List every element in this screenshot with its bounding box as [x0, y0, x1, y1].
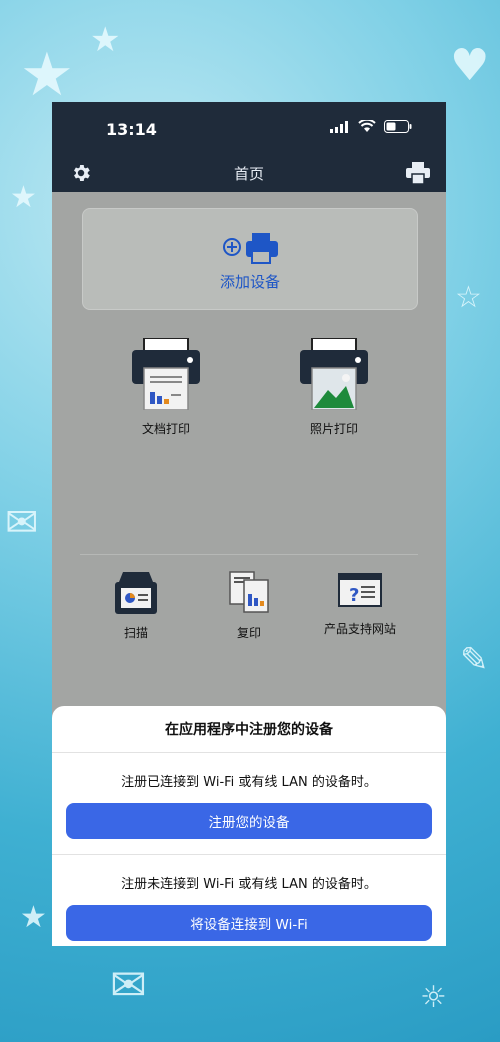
help-website-icon: ?: [338, 573, 382, 607]
support-website-label: 产品支持网站: [323, 622, 396, 636]
background-decoration: ✎: [460, 640, 489, 680]
background-decoration: ☆: [455, 280, 482, 315]
sheet-separator: [52, 854, 446, 855]
sheet-title: 在应用程序中注册您的设备: [52, 706, 446, 753]
background-decoration: ★: [90, 20, 121, 60]
register-device-sheet: 在应用程序中注册您的设备 注册已连接到 Wi-Fi 或有线 LAN 的设备时。 …: [52, 706, 446, 946]
status-time: 13:14: [106, 120, 157, 139]
wifi-icon: [358, 120, 376, 132]
copy-icon: [229, 571, 269, 613]
add-printer-icon: [223, 233, 278, 264]
page-title: 首页: [233, 164, 264, 183]
background-decoration: ★: [20, 40, 74, 110]
add-device-card[interactable]: 添加设备: [82, 208, 418, 310]
photo-print-tile[interactable]: 照片打印: [274, 337, 394, 437]
background-decoration: ✉: [5, 500, 39, 546]
document-print-tile[interactable]: 文档打印: [106, 337, 226, 437]
section-divider: [80, 554, 418, 555]
printer-icon: [406, 162, 430, 185]
battery-icon: [384, 120, 412, 133]
support-website-tile[interactable]: ? 产品支持网站: [300, 570, 420, 637]
scan-tile[interactable]: 扫描: [76, 570, 196, 641]
section2-description: 注册未连接到 Wi-Fi 或有线 LAN 的设备时。: [121, 877, 377, 892]
background-decoration: ★: [10, 180, 37, 215]
navbar: 首页: [52, 154, 446, 192]
copy-label: 复印: [236, 626, 261, 640]
printer-button[interactable]: [406, 162, 430, 188]
add-device-label: 添加设备: [219, 273, 280, 291]
scanner-icon: [115, 572, 157, 614]
status-icons: [330, 120, 412, 133]
main-content: 添加设备 文档打印 照片打印 扫描 复印 ? 产品支持网站 在应用程序中注册您的…: [52, 192, 446, 946]
background-decoration: ♥: [450, 40, 490, 91]
svg-text:?: ?: [349, 585, 359, 606]
background-decoration: ★: [20, 900, 47, 935]
settings-button[interactable]: [70, 162, 92, 188]
gear-icon: [74, 165, 90, 181]
signal-icon: [330, 120, 348, 133]
document-printer-icon: [132, 337, 200, 411]
scan-label: 扫描: [123, 626, 148, 640]
status-bar: 13:14: [52, 102, 446, 154]
document-print-label: 文档打印: [141, 422, 190, 436]
background-decoration: ✉: [110, 960, 147, 1011]
photo-print-label: 照片打印: [309, 422, 358, 436]
copy-tile[interactable]: 复印: [189, 570, 309, 641]
connect-wifi-button[interactable]: 将设备连接到 Wi-Fi: [66, 905, 432, 941]
phone-screen: 13:14 首页 添加设备 文档打印 照片打印 扫描 复印 ? 产品支持网站 在…: [52, 102, 446, 946]
section1-description: 注册已连接到 Wi-Fi 或有线 LAN 的设备时。: [121, 775, 377, 790]
register-device-button[interactable]: 注册您的设备: [66, 803, 432, 839]
photo-printer-icon: [300, 337, 368, 411]
background-decoration: ☼: [420, 980, 447, 1015]
